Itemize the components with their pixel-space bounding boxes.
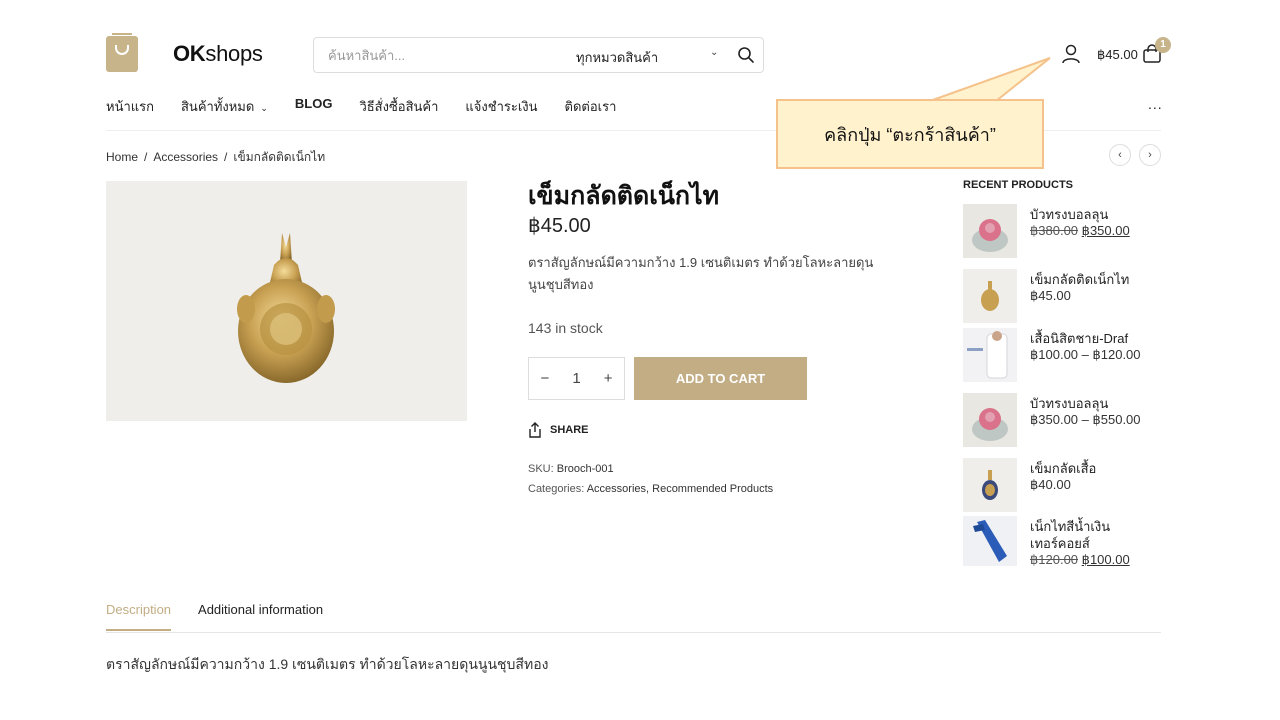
recent-products-heading: RECENT PRODUCTS — [963, 179, 1074, 191]
search-category-select[interactable]: ทุกหมวดสินค้า — [576, 47, 658, 68]
tabs-divider — [106, 632, 1161, 633]
nav-home[interactable]: หน้าแรก — [106, 96, 154, 117]
old-price: ฿120.00 — [1030, 552, 1079, 567]
logo-text: OKshops — [173, 41, 263, 66]
nav-all-products[interactable]: สินค้าทั้งหมด ⌄ — [181, 96, 268, 117]
sku-label: SKU: — [528, 463, 554, 475]
recent-product-name[interactable]: เสื้อนิสิตชาย-Draf — [1030, 328, 1128, 349]
recent-product-price: ฿120.00 ฿100.00 — [1030, 552, 1130, 568]
recent-product-price: ฿100.00 – ฿120.00 — [1030, 347, 1141, 362]
recent-product-name[interactable]: เข็มกลัดติดเน็กไท — [1030, 269, 1129, 290]
product-sku: SKU: Brooch-001 — [528, 463, 614, 475]
recent-product-name[interactable]: เข็มกลัดเสื้อ — [1030, 458, 1096, 479]
add-to-cart-button[interactable]: ADD TO CART — [634, 357, 807, 400]
sku-value: Brooch-001 — [556, 463, 614, 475]
cart-count-badge: 1 — [1155, 37, 1171, 53]
product-thumbnail[interactable] — [963, 328, 1017, 382]
share-button[interactable]: SHARE — [528, 422, 589, 438]
breadcrumb-category[interactable]: Accessories — [153, 150, 218, 164]
account-icon[interactable] — [1061, 44, 1081, 64]
shirt-thumbnail-image — [963, 328, 1017, 382]
old-price: ฿380.00 — [1030, 223, 1079, 238]
categories-label: Categories: — [528, 483, 585, 495]
product-thumbnail[interactable] — [963, 516, 1017, 566]
nav-how-to-order[interactable]: วิธีสั่งซื้อสินค้า — [359, 96, 438, 117]
necktie-thumbnail-image — [963, 516, 1017, 566]
lotus-thumbnail-image — [963, 393, 1017, 447]
decrease-quantity-button[interactable]: − — [541, 370, 550, 387]
breadcrumb-current: เข็มกลัดติดเน็กไท — [233, 150, 326, 164]
pin-thumbnail-image — [963, 458, 1017, 512]
share-label: SHARE — [550, 424, 589, 436]
product-thumbnail[interactable] — [963, 458, 1017, 512]
categories-links[interactable]: Accessories, Recommended Products — [587, 483, 773, 495]
lotus-thumbnail-image — [963, 204, 1017, 258]
chevron-down-icon[interactable]: ⌄ — [710, 47, 718, 58]
tab-description[interactable]: Description — [106, 602, 172, 631]
product-image[interactable] — [106, 181, 467, 421]
nav-more-menu[interactable]: ... — [1148, 96, 1163, 112]
recent-product-price: ฿45.00 — [1030, 288, 1071, 303]
sale-price: ฿350.00 — [1081, 223, 1130, 238]
increase-quantity-button[interactable]: + — [604, 370, 613, 387]
recent-product-name[interactable]: บัวทรงบอลลุน — [1030, 204, 1108, 225]
breadcrumb: Home / Accessories / เข็มกลัดติดเน็กไท — [106, 150, 326, 164]
product-thumbnail[interactable] — [963, 204, 1017, 258]
share-icon — [529, 422, 541, 438]
recent-product-price: ฿380.00 ฿350.00 — [1030, 223, 1130, 239]
site-logo[interactable]: OKshops — [106, 33, 263, 72]
product-thumbnail[interactable] — [963, 269, 1017, 323]
search-input[interactable] — [314, 47, 564, 63]
product-title: เข็มกลัดติดเน็กไท — [528, 182, 720, 210]
nav-blog[interactable]: BLOG — [295, 96, 333, 117]
product-short-description: ตราสัญลักษณ์มีความกว้าง 1.9 เซนติเมตร ทำ… — [528, 255, 874, 292]
stock-status: 143 in stock — [528, 320, 603, 336]
recent-product-name-line2[interactable]: เทอร์คอยส์ — [1030, 533, 1090, 554]
previous-product-button[interactable]: ‹ — [1109, 144, 1131, 166]
nav-payment-notice[interactable]: แจ้งชำระเงิน — [465, 96, 537, 117]
recent-product-name[interactable]: บัวทรงบอลลุน — [1030, 393, 1108, 414]
next-product-button[interactable]: › — [1139, 144, 1161, 166]
tab-additional-information[interactable]: Additional information — [198, 602, 323, 631]
brooch-thumbnail-image — [963, 269, 1017, 323]
quantity-input[interactable]: 1 — [572, 370, 580, 387]
shopping-bag-logo-icon — [106, 33, 138, 72]
callout-text: คลิกปุ่ม “ตะกร้าสินค้า” — [824, 124, 996, 145]
main-nav: หน้าแรก สินค้าทั้งหมด ⌄ BLOG วิธีสั่งซื้อ… — [106, 96, 643, 117]
cart-total[interactable]: ฿45.00 — [1097, 47, 1138, 63]
product-thumbnail[interactable] — [963, 393, 1017, 447]
recent-product-price: ฿40.00 — [1030, 477, 1071, 492]
nav-all-products-label: สินค้าทั้งหมด — [181, 99, 255, 114]
quantity-stepper: − 1 + — [528, 357, 625, 400]
breadcrumb-home[interactable]: Home — [106, 150, 138, 164]
product-categories: Categories: Accessories, Recommended Pro… — [528, 483, 773, 495]
product-tabs: Description Additional information — [106, 602, 323, 631]
instruction-callout: คลิกปุ่ม “ตะกร้าสินค้า” — [776, 99, 1044, 169]
sale-price: ฿100.00 — [1081, 552, 1130, 567]
search-icon[interactable] — [737, 46, 755, 64]
recent-product-price: ฿350.00 – ฿550.00 — [1030, 412, 1141, 427]
nav-contact[interactable]: ติดต่อเรา — [565, 96, 617, 117]
chevron-down-icon: ⌄ — [260, 103, 268, 113]
search-bar: ทุกหมวดสินค้า ⌄ — [313, 37, 764, 73]
description-body: ตราสัญลักษณ์มีความกว้าง 1.9 เซนติเมตร ทำ… — [106, 656, 549, 672]
brooch-image — [237, 233, 335, 383]
product-price: ฿45.00 — [528, 215, 591, 237]
